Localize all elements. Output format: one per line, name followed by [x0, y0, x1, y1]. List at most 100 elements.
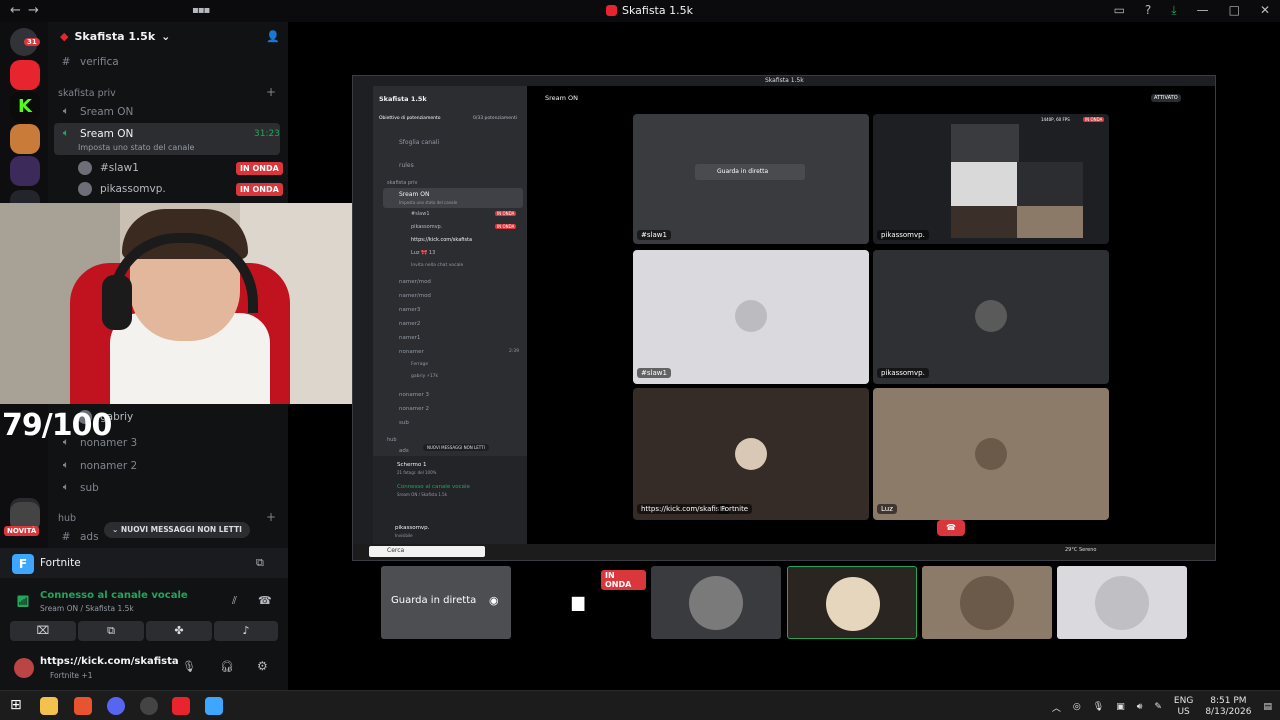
inner-connection[interactable]: Connesso al canale vocale: [397, 484, 470, 490]
member-pikassomvp[interactable]: pikassomvp.: [78, 182, 166, 196]
tile-kick-camera[interactable]: https://kick.com/skafista Fortnite: [633, 388, 869, 520]
voice-channel-nonamer2[interactable]: 🔈︎ nonamer 2: [60, 459, 137, 472]
strip-tile-stream[interactable]: IN ONDA ▆: [516, 566, 646, 639]
inner-member[interactable]: pikassomvp.: [411, 224, 442, 230]
back-arrow-icon[interactable]: ←: [10, 3, 21, 18]
share-screen-button[interactable]: ⧉: [78, 621, 144, 641]
headphones-toggle-icon[interactable]: 🎧︎: [220, 660, 234, 673]
inner-member[interactable]: Ferrage: [411, 362, 428, 367]
noise-suppression-icon[interactable]: ⫽: [232, 594, 237, 608]
inner-server-name[interactable]: Skafista 1.5k: [379, 95, 427, 103]
brave-browser-icon[interactable]: [74, 697, 92, 715]
volume-icon[interactable]: 🔊︎: [1137, 702, 1143, 712]
inner-channel[interactable]: namer2: [399, 321, 420, 327]
tile-slaw1-screen[interactable]: Guarda in diretta #slaw1: [633, 114, 869, 244]
inner-rules-channel[interactable]: rules: [399, 162, 414, 169]
voice-channel-active[interactable]: 🔈︎ Sream ON: [60, 127, 134, 140]
close-button[interactable]: ✕: [1260, 3, 1270, 18]
windows-start-icon[interactable]: ⊞: [10, 697, 22, 713]
tiktok-icon[interactable]: [172, 697, 190, 715]
tile-pikassomvp-screen[interactable]: 1440P, 60 FPS IN ONDA pikassomvp.: [873, 114, 1109, 244]
inbox-icon[interactable]: ▭: [1114, 3, 1125, 18]
member-slaw1[interactable]: #slaw1: [78, 161, 139, 175]
strip-tile-luz[interactable]: [922, 566, 1052, 639]
notification-center-icon[interactable]: ▤: [1263, 702, 1272, 712]
category-hub[interactable]: hub: [58, 513, 76, 524]
strip-tile-pikassomvp[interactable]: [651, 566, 781, 639]
inner-screen-share[interactable]: Schermo 1: [397, 462, 427, 468]
drag-handle-icon[interactable]: ▪▪▪: [192, 5, 210, 16]
inner-activated-badge[interactable]: ATTIVATO: [1151, 94, 1181, 102]
screen-share-icon[interactable]: ⧉: [256, 556, 264, 570]
clock[interactable]: 8:51 PM 8/13/2026: [1205, 696, 1251, 718]
user-avatar[interactable]: [14, 658, 34, 678]
activities-button[interactable]: ✤: [146, 621, 212, 641]
server-icon-kick[interactable]: K: [10, 92, 40, 122]
inner-channel[interactable]: namer1: [399, 335, 420, 341]
voice-channel-sream-on[interactable]: 🔈︎ Sream ON: [60, 105, 134, 118]
new-messages-pill[interactable]: ⌄ NUOVI MESSAGGI NON LETTI: [104, 522, 250, 538]
minimize-button[interactable]: —: [1197, 3, 1209, 18]
inner-channel[interactable]: nonamer: [399, 349, 424, 355]
inner-channel[interactable]: sub: [399, 420, 409, 426]
server-icon-4[interactable]: [10, 156, 40, 186]
file-explorer-icon[interactable]: [40, 697, 58, 715]
strip-tile-slaw1[interactable]: [1057, 566, 1187, 639]
server-icon-3[interactable]: [10, 124, 40, 154]
tile-pikassomvp-camera[interactable]: pikassomvp.: [873, 250, 1109, 384]
settings-gear-icon[interactable]: ⚙: [257, 659, 268, 673]
channel-ads[interactable]: # ads: [60, 531, 99, 543]
network-icon[interactable]: ◎: [1073, 702, 1081, 712]
channel-verifica[interactable]: # verifica: [60, 56, 119, 68]
inner-member[interactable]: #slaw1: [411, 211, 430, 217]
strip-tile-screen[interactable]: Guarda in diretta ◉: [381, 566, 511, 639]
tile-slaw1-camera[interactable]: #slaw1: [633, 250, 869, 384]
mic-tray-icon[interactable]: 🎙︎: [1093, 702, 1104, 712]
inner-user-name[interactable]: pikassomvp.: [395, 525, 429, 531]
help-icon[interactable]: ?: [1145, 3, 1151, 18]
inner-category[interactable]: skafista priv: [387, 180, 417, 186]
inner-member[interactable]: https://kick.com/skafista: [411, 237, 472, 243]
connection-status[interactable]: Connesso al canale vocale: [40, 590, 188, 601]
discord-icon[interactable]: [107, 697, 125, 715]
inner-browse-channels[interactable]: Sfoglia canali: [399, 139, 439, 146]
maximize-button[interactable]: □: [1229, 3, 1240, 18]
inner-member[interactable]: gabriy ⚡17k: [411, 374, 438, 379]
inner-boost-label[interactable]: Obiettivo di potenziamento: [379, 116, 440, 121]
mic-icon[interactable]: 🎙︎: [182, 660, 196, 673]
fortnite-taskbar-icon[interactable]: [205, 697, 223, 715]
inner-channel[interactable]: namer/mod: [399, 293, 431, 299]
channel-status[interactable]: Imposta uno stato del canale: [78, 143, 194, 152]
download-icon[interactable]: ⤓: [1171, 3, 1176, 18]
add-channel-icon[interactable]: +: [266, 510, 276, 524]
server-header[interactable]: ◆ Skafista 1.5k ⌄: [60, 30, 170, 43]
server-icon-skafista[interactable]: [10, 60, 40, 90]
inner-active-channel[interactable]: Sream ON: [399, 191, 429, 198]
category-skafista-priv[interactable]: skafista priv: [58, 88, 116, 99]
tile-luz-camera[interactable]: Luz: [873, 388, 1109, 520]
tray-chevron-icon[interactable]: ︿: [1052, 701, 1061, 714]
inner-channel[interactable]: namer/mod: [399, 279, 431, 285]
inner-leave-call-button[interactable]: ☎︎: [937, 520, 965, 536]
voice-channel-sub[interactable]: 🔈︎ sub: [60, 481, 99, 494]
user-name[interactable]: https://kick.com/skafista: [40, 656, 179, 667]
add-member-icon[interactable]: 👤: [266, 30, 280, 43]
display-icon[interactable]: ▣: [1116, 702, 1125, 712]
forward-arrow-icon[interactable]: →: [28, 3, 39, 18]
inner-category[interactable]: hub: [387, 437, 397, 443]
disconnect-icon[interactable]: ☎︎: [258, 594, 272, 607]
camera-toggle-button[interactable]: ⌧: [10, 621, 76, 641]
soundboard-button[interactable]: ♪: [214, 621, 278, 641]
inner-new-messages[interactable]: NUOVI MESSAGGI NON LETTI: [423, 444, 489, 451]
add-channel-icon[interactable]: +: [266, 85, 276, 99]
obs-icon[interactable]: [140, 697, 158, 715]
strip-watch-live[interactable]: Guarda in diretta: [391, 595, 476, 606]
inner-channel[interactable]: namer3: [399, 307, 420, 313]
language-indicator[interactable]: ENG US: [1174, 696, 1193, 718]
strip-tile-kick[interactable]: [787, 566, 917, 639]
connection-channel[interactable]: Sream ON / Skafista 1.5k: [40, 604, 134, 613]
inner-invite[interactable]: Invita nella chat vocale: [411, 263, 463, 268]
eye-icon[interactable]: ◉: [489, 594, 499, 607]
inner-channel[interactable]: ads: [399, 448, 409, 454]
inner-channel[interactable]: nonamer 3: [399, 392, 429, 398]
